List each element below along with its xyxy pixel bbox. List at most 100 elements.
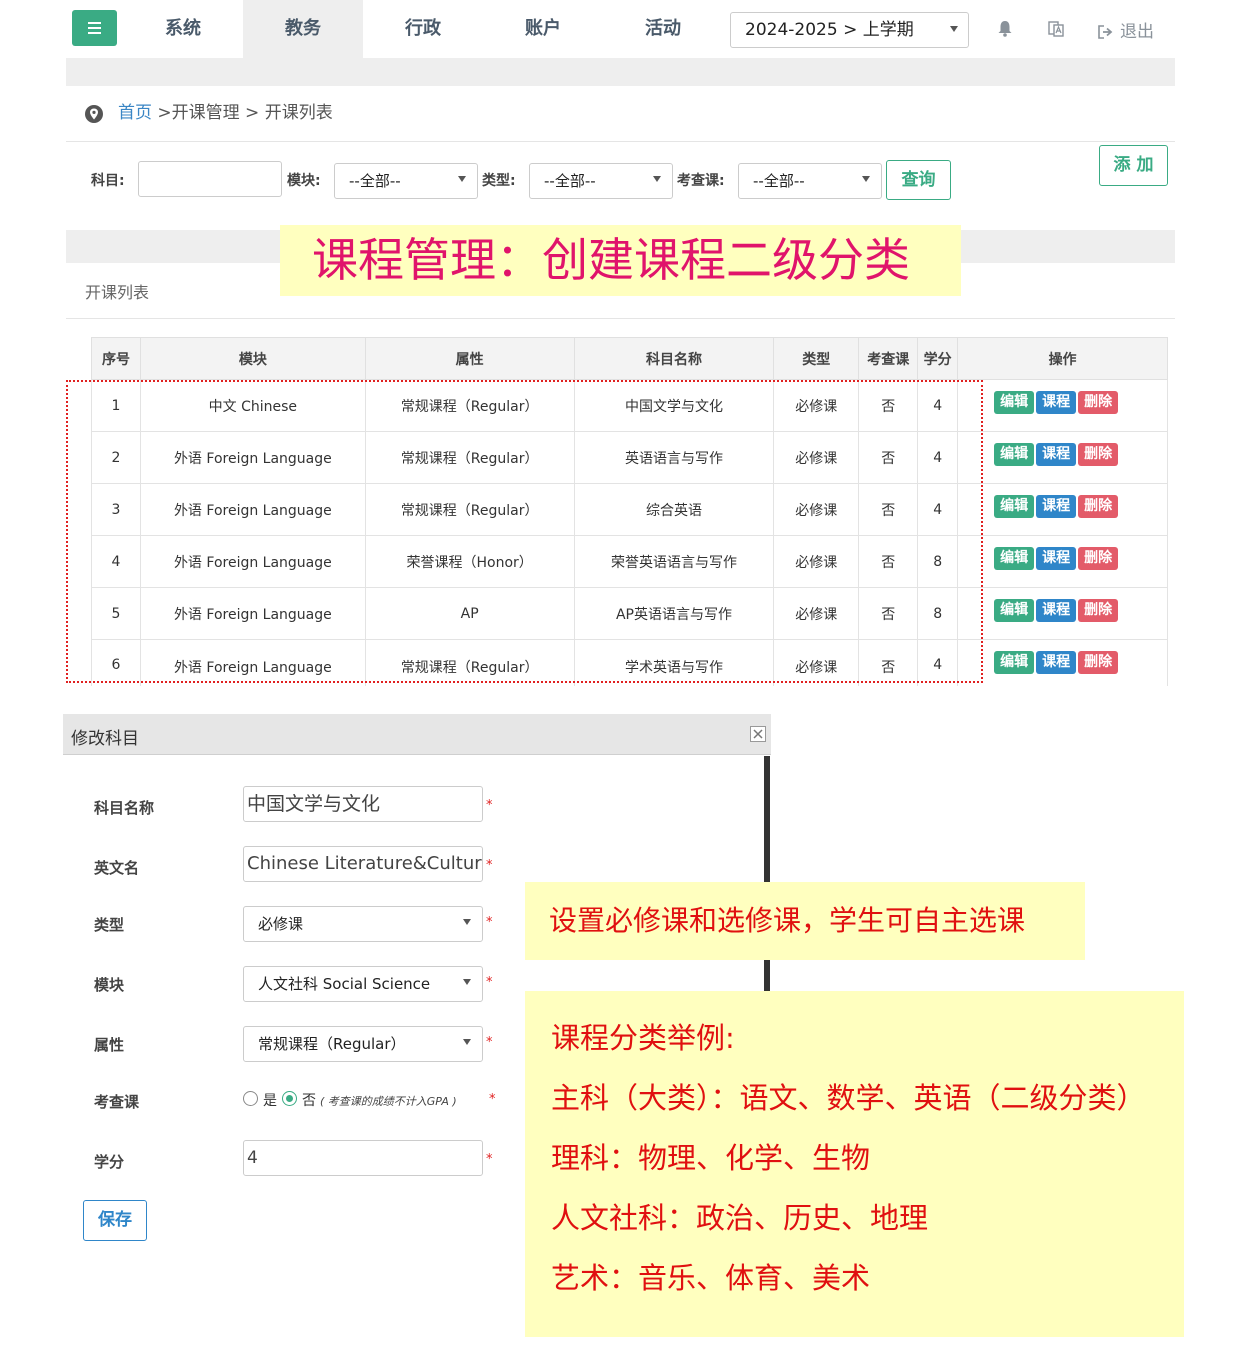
course-button[interactable]: 课程 [1036,651,1077,674]
term-select[interactable]: 2024-2025 > 上学期 [730,12,969,48]
exam-cell: 否 [858,431,919,484]
location-pin-icon [85,105,103,123]
logout-button[interactable]: 退出 [1098,17,1154,42]
menu-toggle-button[interactable] [72,10,117,46]
chevron-down-icon [653,176,661,182]
english-name-label: 英文名 [94,859,140,877]
subject-name-cell: 学术英语与写作 [574,639,775,686]
nav-divider-band [66,58,1175,86]
module-filter-label: 模块: [287,173,321,189]
row-index: 1 [91,379,141,432]
subject-filter-label: 科目: [91,173,125,189]
delete-button[interactable]: 删除 [1078,495,1119,518]
language-icon[interactable] [1048,20,1064,37]
module-label: 模块 [94,976,125,994]
bell-icon[interactable] [997,20,1013,37]
module-cell: 中文 Chinese [140,379,366,432]
logout-label: 退出 [1120,22,1154,42]
breadcrumb-path: >开课管理 > 开课列表 [152,103,333,123]
module-select[interactable]: 人文社科 Social Science [243,966,483,1002]
nav-item-account[interactable]: 账户 [483,0,603,58]
subject-filter-input[interactable] [138,161,282,197]
required-mark: * [486,858,493,873]
modal-title: 修改科目 [71,729,139,749]
save-button[interactable]: 保存 [83,1200,147,1241]
subject-name-cell: 荣誉英语语言与写作 [574,535,775,588]
table-row: 1 中文 Chinese 常规课程（Regular） 中国文学与文化 必修课否 4 编辑 课程… [91,379,1168,432]
credit-input[interactable]: 4 [243,1140,483,1176]
exam-cell: 否 [858,379,919,432]
exam-yes-radio[interactable] [243,1091,258,1106]
required-mark: * [489,1092,496,1107]
column-header[interactable]: 模块 [139,337,366,380]
type-filter-select[interactable]: --全部-- [529,163,673,199]
column-header: 操作 [957,337,1168,380]
required-mark: * [486,975,493,990]
delete-button[interactable]: 删除 [1078,651,1119,674]
edit-button[interactable]: 编辑 [994,651,1035,674]
logout-icon [1098,25,1113,39]
row-index: 4 [91,535,141,588]
course-button[interactable]: 课程 [1036,495,1077,518]
course-table: 序号 模块 属性 科目名称 类型 考查课 学分 操作 1 中文 Chinese 常规… [91,337,1168,686]
exam-no-radio[interactable] [282,1091,297,1106]
nav-item-academic[interactable]: 教务 [243,0,363,58]
breadcrumb-home-link[interactable]: 首页 [118,103,152,123]
column-header[interactable]: 科目名称 [573,337,775,380]
edit-button[interactable]: 编辑 [994,495,1035,518]
edit-button[interactable]: 编辑 [994,599,1035,622]
modal-header: 修改科目 [63,714,771,755]
chevron-down-icon [463,979,471,985]
hamburger-icon-bar [88,32,101,34]
chevron-down-icon [458,176,466,182]
type-cell: 必修课 [773,483,860,536]
add-button[interactable]: 添 加 [1099,145,1168,186]
column-header[interactable]: 序号 [91,337,141,380]
attribute-select[interactable]: 常规课程（Regular） [243,1026,483,1062]
required-mark: * [486,798,493,813]
column-header[interactable]: 学分 [917,337,959,380]
exam-note: ( 考查课的成绩不计入GPA ) [320,1095,457,1108]
english-name-input[interactable]: Chinese Literature&Culture [243,846,483,882]
exam-filter-label: 考查课: [677,173,725,189]
module-filter-value: --全部-- [349,172,401,190]
type-filter-label: 类型: [482,173,516,189]
type-select[interactable]: 必修课 [243,906,483,942]
subject-name-label: 科目名称 [94,799,155,817]
close-icon[interactable] [750,726,766,742]
nav-item-system[interactable]: 系统 [123,0,243,58]
column-header[interactable]: 属性 [364,337,575,380]
exam-cell: 否 [858,587,919,640]
required-mark: * [486,915,493,930]
credit-label: 学分 [94,1153,125,1171]
query-button[interactable]: 查询 [886,160,951,200]
exam-yes-label: 是 [263,1093,277,1109]
type-label: 类型 [94,916,125,934]
course-button[interactable]: 课程 [1036,599,1077,622]
column-header[interactable]: 类型 [773,337,860,380]
course-button[interactable]: 课程 [1036,547,1077,570]
delete-button[interactable]: 删除 [1078,443,1119,466]
exam-course-label: 考查课 [94,1093,140,1111]
subject-name-input[interactable]: 中国文学与文化 [243,786,483,822]
course-button[interactable]: 课程 [1036,391,1077,414]
edit-button[interactable]: 编辑 [994,391,1035,414]
type-cell: 必修课 [773,431,860,484]
example-line: 主科（大类）：语文、数学、英语（二级分类） [551,1081,1146,1115]
delete-button[interactable]: 删除 [1078,547,1119,570]
column-header[interactable]: 考查课 [858,337,919,380]
attribute-cell: AP [365,587,575,640]
course-button[interactable]: 课程 [1036,443,1077,466]
module-filter-select[interactable]: --全部-- [334,163,478,199]
delete-button[interactable]: 删除 [1078,599,1119,622]
nav-item-activity[interactable]: 活动 [603,0,723,58]
examples-note: 课程分类举例: 主科（大类）：语文、数学、英语（二级分类） 理科：物理、化学、生… [525,991,1184,1337]
nav-item-admin[interactable]: 行政 [363,0,483,58]
exam-filter-select[interactable]: --全部-- [738,163,882,199]
edit-button[interactable]: 编辑 [994,443,1035,466]
delete-button[interactable]: 删除 [1078,391,1119,414]
edit-button[interactable]: 编辑 [994,547,1035,570]
required-mark: * [486,1152,493,1167]
breadcrumb: 首页 >开课管理 > 开课列表 [118,101,333,125]
table-row: 2 外语 Foreign Language 常规课程（Regular） 英语语言与写作… [91,431,1168,484]
